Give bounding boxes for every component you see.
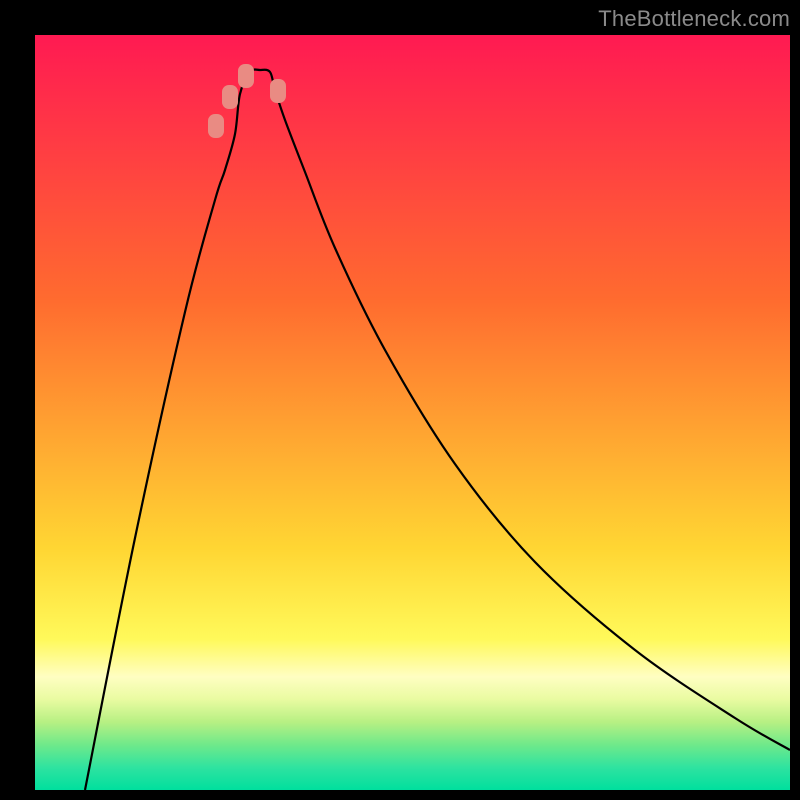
curve-layer: [35, 35, 790, 790]
curve-markers: [208, 64, 286, 138]
bottleneck-curve: [85, 70, 790, 791]
curve-marker: [222, 85, 238, 109]
curve-marker: [270, 79, 286, 103]
watermark-text: TheBottleneck.com: [598, 6, 790, 32]
chart-frame: TheBottleneck.com: [0, 0, 800, 800]
curve-marker: [208, 114, 224, 138]
curve-marker: [238, 64, 254, 88]
plot-area: [35, 35, 790, 790]
